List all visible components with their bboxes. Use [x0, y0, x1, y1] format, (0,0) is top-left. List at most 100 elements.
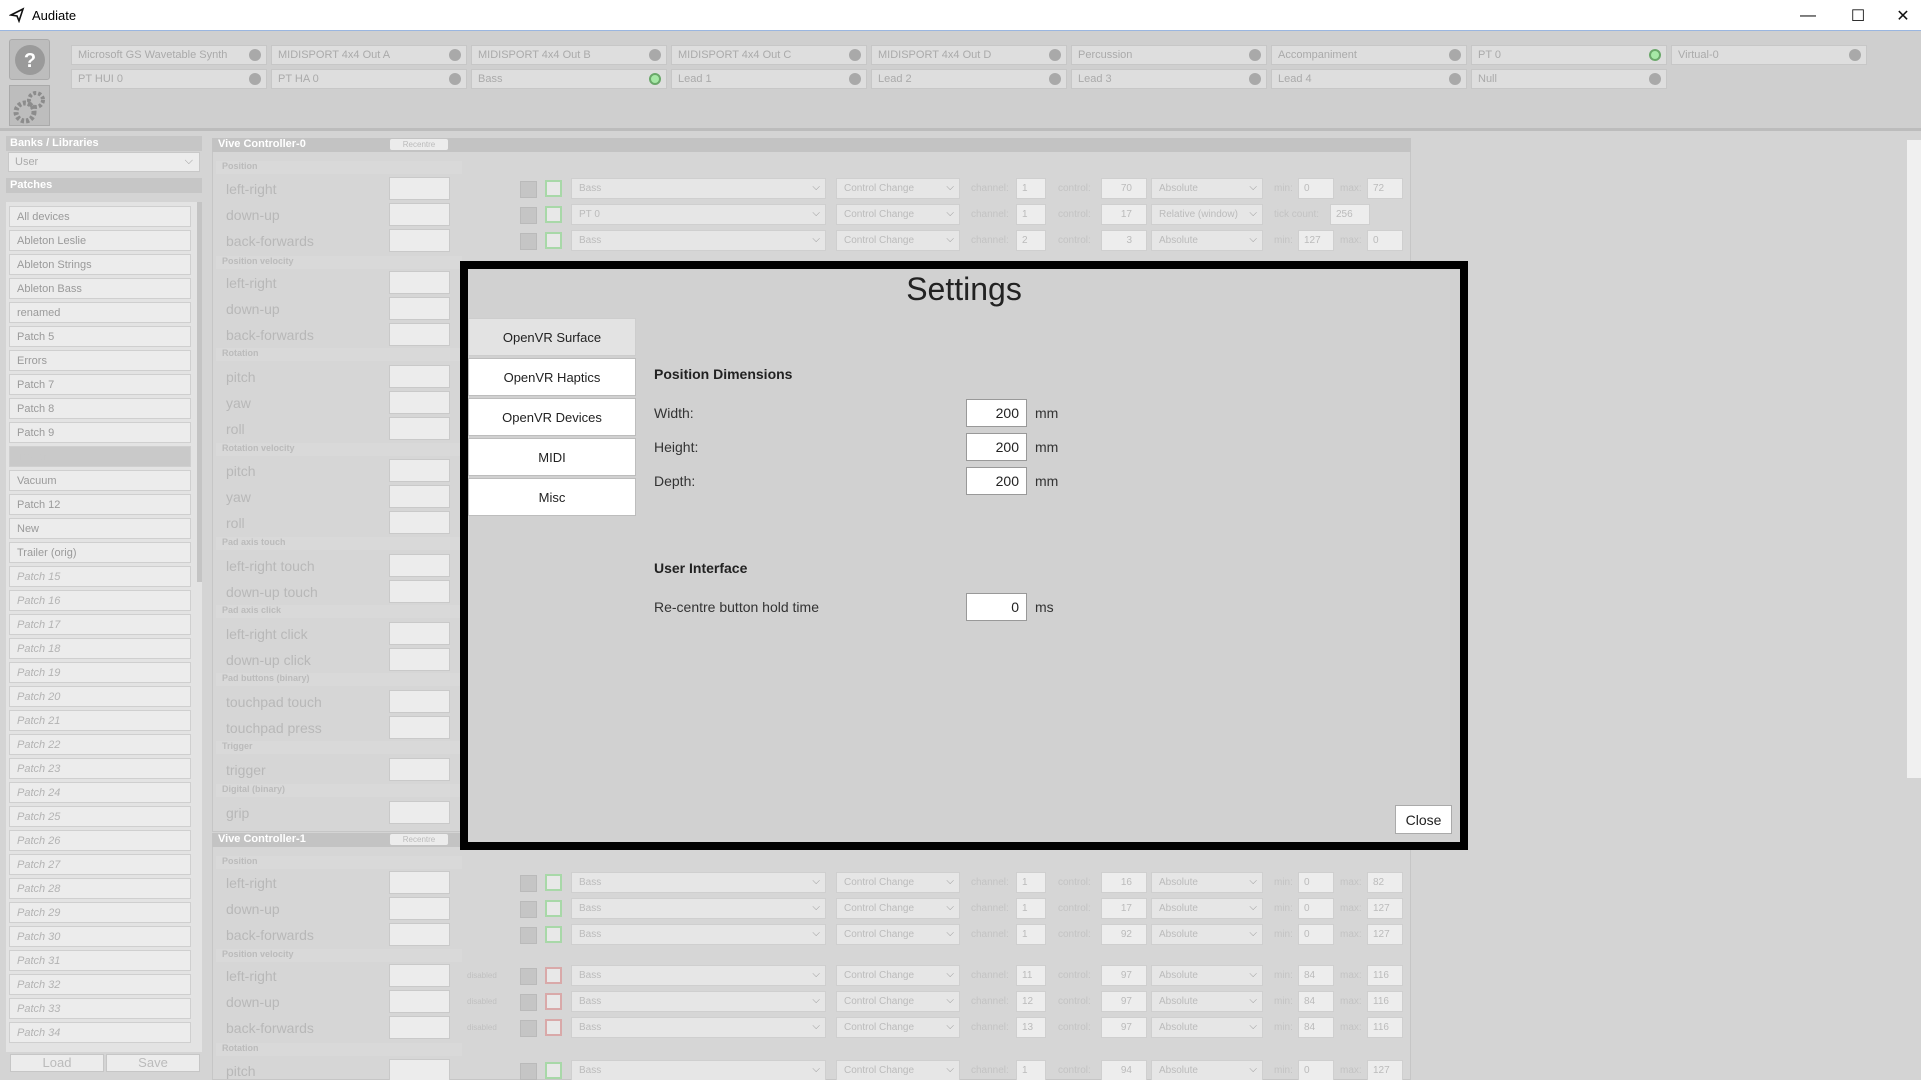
patch-item[interactable]: Patch 26: [9, 830, 191, 851]
patch-item[interactable]: Trailer: [9, 446, 191, 467]
patch-item[interactable]: Patch 21: [9, 710, 191, 731]
message-type-select[interactable]: Control Change ⌵: [836, 1017, 960, 1038]
active-indicator[interactable]: [545, 926, 562, 943]
device-select[interactable]: Bass ⌵: [571, 872, 826, 893]
control-input[interactable]: 17: [1101, 898, 1147, 919]
device-status-indicator[interactable]: [1649, 49, 1661, 61]
patch-item[interactable]: Errors: [9, 350, 191, 371]
control-input[interactable]: 97: [1101, 965, 1147, 986]
min-input[interactable]: 0: [1298, 178, 1334, 199]
channel-input[interactable]: 13: [1016, 1017, 1046, 1038]
mode-select[interactable]: Absolute ⌵: [1151, 924, 1263, 945]
tab-misc[interactable]: Misc: [468, 478, 636, 516]
active-indicator[interactable]: [545, 874, 562, 891]
device-status-indicator[interactable]: [1249, 73, 1261, 85]
tick-count-input[interactable]: 256: [1330, 204, 1370, 225]
patch-item[interactable]: Patch 20: [9, 686, 191, 707]
mode-select[interactable]: Absolute ⌵: [1151, 230, 1263, 251]
max-input[interactable]: 116: [1367, 1017, 1403, 1038]
control-input[interactable]: 92: [1101, 924, 1147, 945]
max-input[interactable]: 0: [1367, 230, 1403, 251]
patch-item[interactable]: All devices: [9, 206, 191, 227]
device-devices_row1-6[interactable]: Accompaniment: [1271, 45, 1467, 65]
enable-toggle[interactable]: [520, 994, 537, 1011]
device-status-indicator[interactable]: [249, 49, 261, 61]
control-input[interactable]: 17: [1101, 204, 1147, 225]
patch-item[interactable]: Ableton Bass: [9, 278, 191, 299]
min-input[interactable]: 84: [1298, 1017, 1334, 1038]
max-input[interactable]: 116: [1367, 991, 1403, 1012]
device-devices_row2-2[interactable]: Bass: [471, 69, 667, 89]
active-indicator[interactable]: [545, 1019, 562, 1036]
patch-item[interactable]: Patch 8: [9, 398, 191, 419]
device-status-indicator[interactable]: [449, 49, 461, 61]
device-devices_row1-0[interactable]: Microsoft GS Wavetable Synth: [71, 45, 267, 65]
recentre-1-button[interactable]: Recentre: [390, 834, 448, 845]
device-status-indicator[interactable]: [1249, 49, 1261, 61]
help-button[interactable]: ?: [9, 39, 50, 80]
enable-toggle[interactable]: [520, 233, 537, 250]
patch-item[interactable]: Patch 16: [9, 590, 191, 611]
device-status-indicator[interactable]: [1849, 49, 1861, 61]
active-indicator[interactable]: [545, 232, 562, 249]
device-status-indicator[interactable]: [1449, 49, 1461, 61]
patch-item[interactable]: Patch 34: [9, 1022, 191, 1043]
device-select[interactable]: Bass ⌵: [571, 924, 826, 945]
device-devices_row1-8[interactable]: Virtual-0: [1671, 45, 1867, 65]
patch-item[interactable]: Trailer (orig): [9, 542, 191, 563]
device-select[interactable]: Bass ⌵: [571, 178, 826, 199]
active-indicator[interactable]: [545, 967, 562, 984]
device-devices_row1-5[interactable]: Percussion: [1071, 45, 1267, 65]
mode-select[interactable]: Absolute ⌵: [1151, 965, 1263, 986]
channel-input[interactable]: 1: [1016, 898, 1046, 919]
device-devices_row2-1[interactable]: PT HA 0: [271, 69, 467, 89]
patch-item[interactable]: Patch 27: [9, 854, 191, 875]
patch-item[interactable]: Patch 19: [9, 662, 191, 683]
control-input[interactable]: 70: [1101, 178, 1147, 199]
device-status-indicator[interactable]: [249, 73, 261, 85]
message-type-select[interactable]: Control Change ⌵: [836, 204, 960, 225]
channel-input[interactable]: 2: [1016, 230, 1046, 251]
device-devices_row2-6[interactable]: Lead 4: [1271, 69, 1467, 89]
patch-item[interactable]: Patch 24: [9, 782, 191, 803]
close-window-button[interactable]: ✕: [1880, 0, 1921, 31]
patch-item[interactable]: Patch 15: [9, 566, 191, 587]
patch-item[interactable]: New: [9, 518, 191, 539]
device-devices_row1-1[interactable]: MIDISPORT 4x4 Out A: [271, 45, 467, 65]
device-devices_row2-3[interactable]: Lead 1: [671, 69, 867, 89]
patch-item[interactable]: Patch 32: [9, 974, 191, 995]
patch-item[interactable]: Patch 17: [9, 614, 191, 635]
tab-openvr-devices[interactable]: OpenVR Devices: [468, 398, 636, 436]
enable-toggle[interactable]: [520, 1020, 537, 1037]
patch-list-scrollbar[interactable]: [197, 202, 202, 582]
device-status-indicator[interactable]: [1049, 73, 1061, 85]
device-devices_row1-3[interactable]: MIDISPORT 4x4 Out C: [671, 45, 867, 65]
mode-select[interactable]: Absolute ⌵: [1151, 898, 1263, 919]
device-select[interactable]: Bass ⌵: [571, 965, 826, 986]
patch-item[interactable]: Patch 33: [9, 998, 191, 1019]
patch-item[interactable]: Patch 25: [9, 806, 191, 827]
min-input[interactable]: 0: [1298, 924, 1334, 945]
message-type-select[interactable]: Control Change ⌵: [836, 230, 960, 251]
active-indicator[interactable]: [545, 206, 562, 223]
active-indicator[interactable]: [545, 900, 562, 917]
mode-select[interactable]: Absolute ⌵: [1151, 991, 1263, 1012]
save-button[interactable]: Save: [106, 1054, 200, 1072]
control-input[interactable]: 3: [1101, 230, 1147, 251]
main-scrollbar[interactable]: [1907, 140, 1921, 778]
enable-toggle[interactable]: [520, 181, 537, 198]
control-input[interactable]: 97: [1101, 991, 1147, 1012]
device-select[interactable]: Bass ⌵: [571, 230, 826, 251]
tab-openvr-haptics[interactable]: OpenVR Haptics: [468, 358, 636, 396]
enable-toggle[interactable]: [520, 1063, 537, 1080]
min-input[interactable]: 0: [1298, 872, 1334, 893]
channel-input[interactable]: 1: [1016, 924, 1046, 945]
minimize-button[interactable]: —: [1785, 0, 1831, 31]
device-status-indicator[interactable]: [649, 49, 661, 61]
device-select[interactable]: Bass ⌵: [571, 991, 826, 1012]
depth-input[interactable]: 200: [966, 467, 1027, 495]
patch-item[interactable]: renamed: [9, 302, 191, 323]
patch-item[interactable]: Vacuum: [9, 470, 191, 491]
mode-select[interactable]: Absolute ⌵: [1151, 872, 1263, 893]
enable-toggle[interactable]: [520, 207, 537, 224]
